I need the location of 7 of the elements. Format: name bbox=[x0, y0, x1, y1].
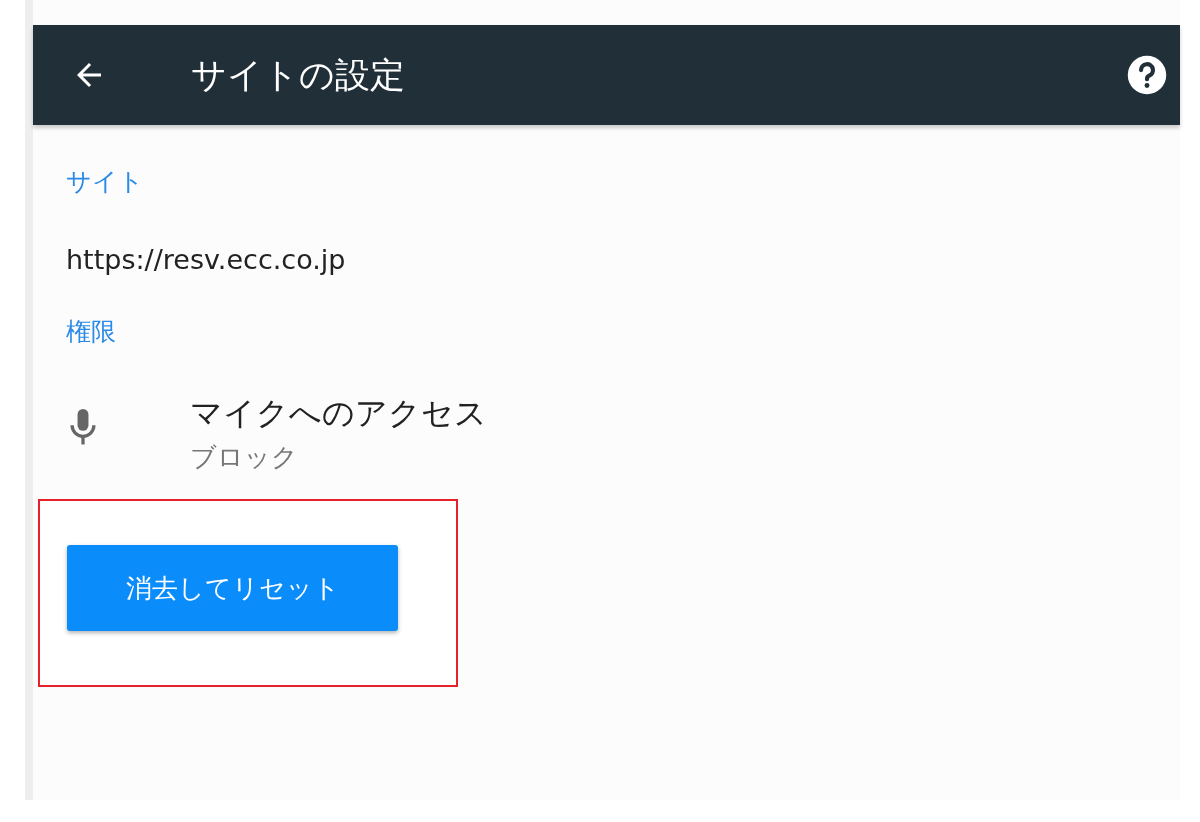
help-icon[interactable] bbox=[1126, 54, 1168, 96]
site-url: https://resv.ecc.co.jp bbox=[66, 244, 347, 275]
section-heading: 権限 bbox=[66, 316, 117, 348]
window-title: サイトの設定 bbox=[191, 53, 405, 97]
permission-title[interactable]: マイクへのアクセス bbox=[190, 392, 487, 436]
permission-status: ブロック bbox=[190, 441, 299, 474]
section-heading: サイト bbox=[66, 166, 145, 198]
